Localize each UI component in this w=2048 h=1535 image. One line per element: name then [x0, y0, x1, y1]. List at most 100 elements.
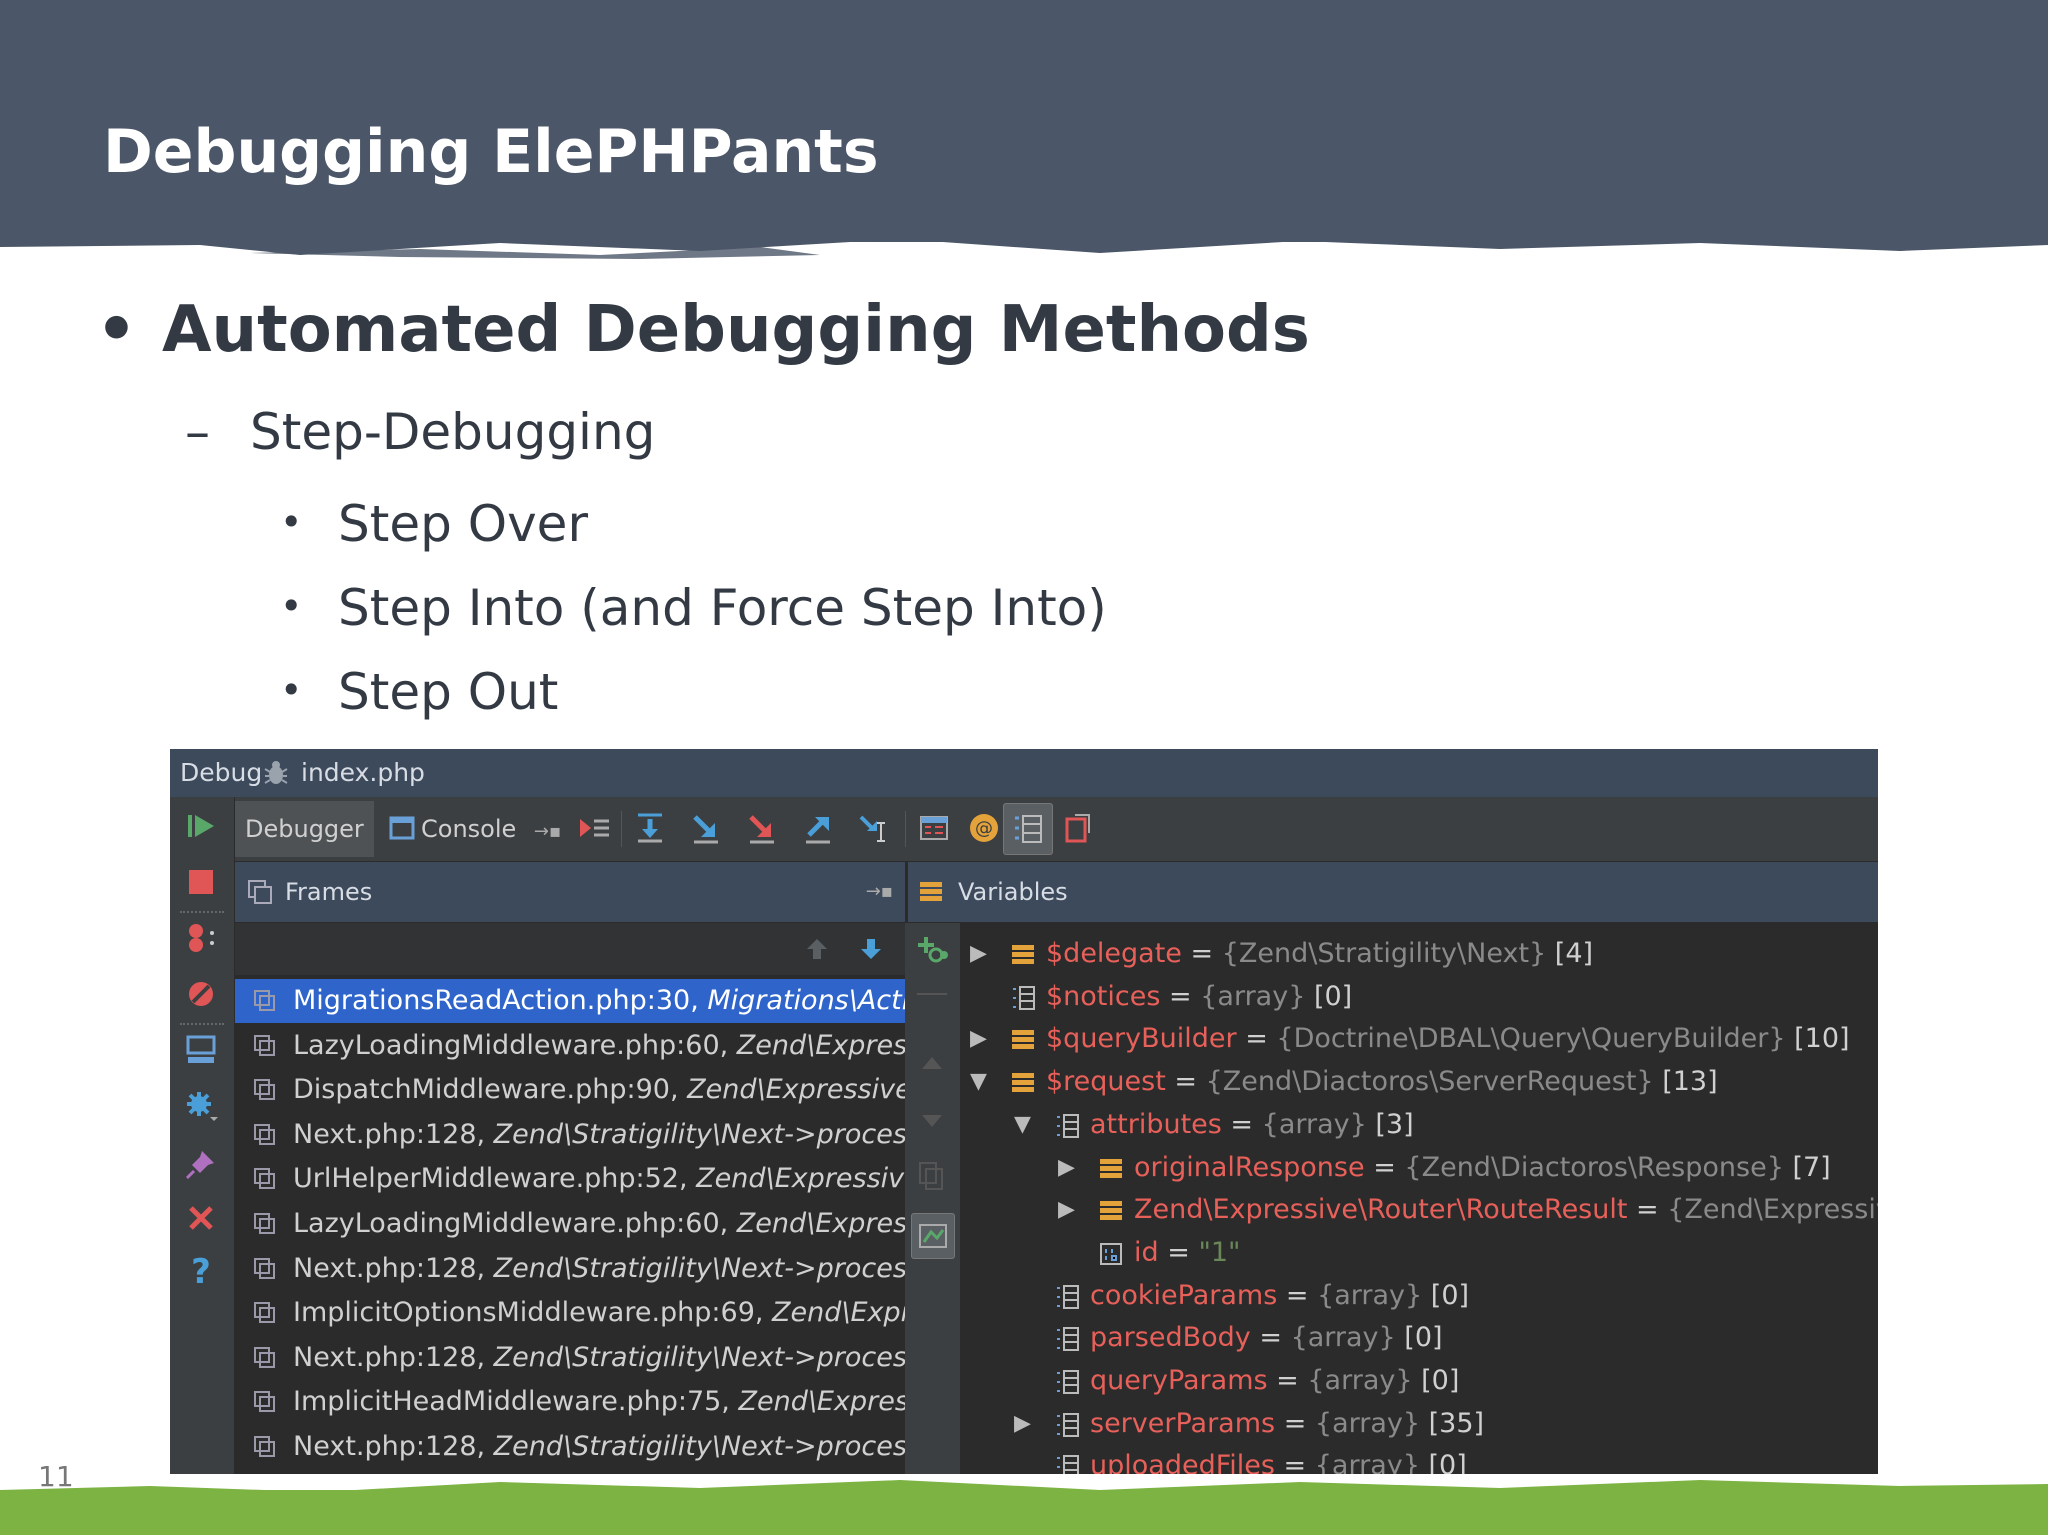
variable-count: [10]: [1785, 1023, 1850, 1055]
frames-header: Frames →▪: [235, 862, 905, 923]
settings-gear-icon[interactable]: [184, 1089, 218, 1123]
collapsed-arrow-icon[interactable]: ▶: [1014, 1403, 1031, 1445]
frame-row[interactable]: MigrationsReadAction.php:30, Migrations\…: [235, 979, 905, 1023]
frame-row[interactable]: Next.php:128, Zend\Stratigility\Next->pr…: [235, 1336, 905, 1380]
debug-titlebar: Debug index.php: [170, 749, 1878, 797]
array-icon: [1013, 985, 1035, 1010]
number-icon: [1100, 1242, 1122, 1265]
collapsed-arrow-icon[interactable]: ▶: [1058, 1189, 1075, 1231]
stop-icon[interactable]: [184, 865, 218, 899]
collapsed-arrow-icon[interactable]: ▶: [1058, 1147, 1075, 1189]
frame-icon: [254, 1213, 275, 1234]
frame-row[interactable]: LazyLoadingMiddleware.php:60, Zend\Expre…: [235, 1202, 905, 1246]
variable-equals: =: [1236, 1023, 1277, 1055]
frame-icon: [254, 1257, 275, 1279]
force-step-into-icon[interactable]: [745, 811, 779, 845]
variables-icon: [920, 882, 942, 901]
frame-row[interactable]: Next.php:128, Zend\Stratigility\Next->pr…: [235, 1113, 905, 1157]
pin-tab-icon[interactable]: →▪: [534, 821, 561, 842]
header-brush-edge: [0, 225, 2048, 259]
watch-icon[interactable]: @: [967, 811, 1001, 845]
collapsed-arrow-icon[interactable]: ▶: [970, 933, 987, 975]
variable-equals: =: [1181, 938, 1222, 969]
frame-file: ImplicitHeadMiddleware.php:75,: [293, 1386, 739, 1418]
frame-icon: [254, 1346, 275, 1368]
bullet-dot: •: [280, 584, 303, 628]
variable-type: {Zend\Stratigility\Next}: [1221, 938, 1547, 969]
slide-title: Debugging ElePHPants: [103, 117, 879, 187]
expanded-arrow-icon[interactable]: ▼: [970, 1061, 987, 1103]
new-watch-icon[interactable]: [916, 933, 948, 965]
evaluate-expression-icon[interactable]: [917, 811, 951, 845]
frame-file: LazyLoadingMiddleware.php:60,: [293, 1029, 737, 1061]
variables-header-label: Variables: [958, 878, 1068, 906]
pin-icon[interactable]: [184, 1147, 218, 1181]
layout-icon[interactable]: [184, 1033, 218, 1067]
variable-name: originalResponse: [1134, 1151, 1365, 1183]
frame-icon: [254, 1034, 275, 1056]
frame-row[interactable]: ImplicitHeadMiddleware.php:75, Zend\Expr…: [235, 1380, 905, 1424]
frames-icon: [248, 880, 272, 904]
help-icon[interactable]: ?: [184, 1255, 218, 1289]
frame-file: MigrationsReadAction.php:30,: [293, 985, 708, 1016]
variable-equals: =: [1274, 1450, 1315, 1474]
bullet-level2-text: Step-Debugging: [250, 403, 656, 461]
step-over-icon[interactable]: [633, 811, 667, 845]
variable-name: $request: [1046, 1066, 1166, 1098]
sort-toggle-button[interactable]: [1003, 803, 1053, 855]
step-into-icon[interactable]: [689, 811, 723, 845]
remove-watch-icon[interactable]: [917, 993, 947, 995]
copy-icon[interactable]: [916, 1159, 948, 1191]
show-execution-point-icon[interactable]: [577, 811, 611, 845]
frame-method: Zend\Expressive\Router\Middleware\Dispat…: [687, 1074, 905, 1106]
variable-name: uploadedFiles: [1090, 1450, 1275, 1474]
frame-method: Zend\Stratigility\Next->process(): [493, 1431, 905, 1462]
frame-icon: [254, 1391, 275, 1413]
restore-layout-icon[interactable]: [1061, 811, 1095, 845]
run-to-cursor-icon[interactable]: [857, 811, 891, 845]
object-icon: [1012, 1030, 1034, 1050]
bullet-dot: •: [96, 293, 137, 367]
frame-row[interactable]: DispatchMiddleware.php:90, Zend\Expressi…: [235, 1068, 905, 1112]
object-icon: [1100, 1158, 1122, 1178]
pin-frames-icon[interactable]: →▪: [866, 862, 893, 922]
variable-count: [13]: [1653, 1066, 1718, 1098]
tab-debugger-label: Debugger: [245, 815, 364, 843]
frame-row[interactable]: LazyLoadingMiddleware.php:60, Zend\Expre…: [235, 1024, 905, 1068]
tab-debugger[interactable]: Debugger: [235, 801, 374, 857]
frame-row[interactable]: Next.php:128, Zend\Stratigility\Next->pr…: [235, 1425, 905, 1469]
frame-file: DispatchMiddleware.php:90,: [293, 1074, 688, 1106]
variable-type: {Zend\Expressive\Router\RouteResult}: [1667, 1194, 1878, 1226]
show-watches-toggle[interactable]: [911, 1213, 955, 1259]
frame-icon: [254, 1302, 275, 1324]
move-up-icon[interactable]: [916, 1049, 948, 1081]
toolbar-separator: [905, 811, 906, 847]
variable-count: [4]: [1546, 938, 1594, 969]
variable-name: serverParams: [1090, 1407, 1276, 1439]
arrow-up-icon[interactable]: [803, 935, 831, 963]
tab-console-label: Console: [421, 815, 517, 843]
variable-equals: =: [1250, 1322, 1291, 1354]
toolbar-separator: [180, 911, 224, 913]
footer-bar: [0, 1490, 2048, 1535]
move-down-icon[interactable]: [916, 1103, 948, 1135]
frame-file: UrlHelperMiddleware.php:52,: [293, 1163, 697, 1195]
variable-type: {Doctrine\DBAL\Query\QueryBuilder}: [1276, 1023, 1786, 1055]
frame-row[interactable]: ImplicitOptionsMiddleware.php:69, Zend\E…: [235, 1291, 905, 1335]
frame-row[interactable]: UrlHelperMiddleware.php:52, Zend\Express…: [235, 1157, 905, 1201]
resume-icon[interactable]: [184, 809, 218, 843]
collapsed-arrow-icon[interactable]: ▶: [970, 1018, 987, 1060]
step-out-icon[interactable]: [801, 811, 835, 845]
variable-count: [0]: [1305, 980, 1353, 1012]
frame-row[interactable]: Next.php:128, Zend\Stratigility\Next->pr…: [235, 1247, 905, 1291]
frame-icon: [254, 1079, 275, 1101]
debug-actions-strip: ?: [170, 797, 235, 1474]
mute-breakpoints-icon[interactable]: [184, 977, 218, 1011]
expanded-arrow-icon[interactable]: ▼: [1014, 1104, 1031, 1146]
arrow-down-icon[interactable]: [857, 935, 885, 963]
tab-console[interactable]: Console →▪: [375, 801, 571, 857]
variable-name: parsedBody: [1090, 1322, 1251, 1354]
view-breakpoints-icon[interactable]: [184, 921, 218, 955]
close-icon[interactable]: [184, 1201, 218, 1235]
bullet-dash: –: [185, 403, 210, 461]
